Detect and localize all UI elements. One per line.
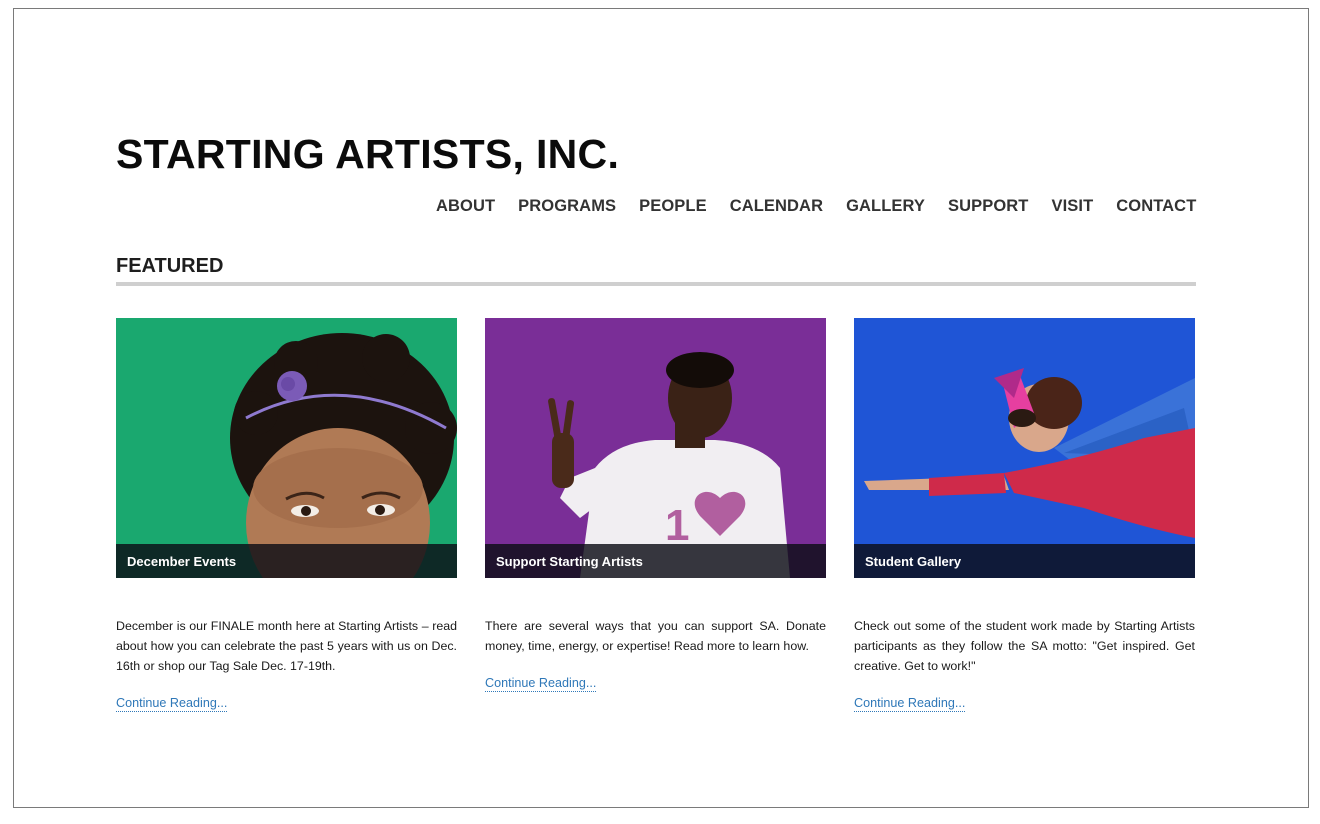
- card-image-girl-portrait[interactable]: December Events: [116, 318, 457, 578]
- nav-about[interactable]: ABOUT: [436, 196, 495, 216]
- nav-programs[interactable]: PROGRAMS: [518, 196, 616, 216]
- nav-calendar[interactable]: CALENDAR: [730, 196, 823, 216]
- card-caption-bar: Support Starting Artists: [485, 544, 826, 578]
- card-caption[interactable]: Student Gallery: [865, 554, 961, 569]
- card-caption-bar: December Events: [116, 544, 457, 578]
- main-nav: ABOUT PROGRAMS PEOPLE CALENDAR GALLERY S…: [436, 196, 1219, 216]
- flying-superhero-image: [854, 318, 1195, 578]
- continue-reading-link[interactable]: Continue Reading...: [116, 696, 228, 712]
- nav-gallery[interactable]: GALLERY: [846, 196, 925, 216]
- card-image-flying-superhero[interactable]: Student Gallery: [854, 318, 1195, 578]
- boy-peace-sign-image: 1: [485, 318, 826, 578]
- continue-reading-link[interactable]: Continue Reading...: [854, 696, 966, 712]
- featured-heading: FEATURED: [116, 255, 224, 277]
- card-description: Check out some of the student work made …: [854, 619, 1195, 673]
- featured-card-support: 1 Support Starting Artists There are sev…: [485, 318, 826, 692]
- card-description: There are several ways that you can supp…: [485, 619, 826, 653]
- card-description: December is our FINALE month here at Sta…: [116, 619, 457, 673]
- card-caption[interactable]: Support Starting Artists: [496, 554, 643, 569]
- nav-visit[interactable]: VISIT: [1051, 196, 1093, 216]
- featured-card-december-events: December Events December is our FINALE m…: [116, 318, 457, 712]
- svg-text:1: 1: [665, 501, 689, 550]
- continue-reading-link[interactable]: Continue Reading...: [485, 676, 597, 692]
- card-image-boy-peace-sign[interactable]: 1 Support Starting Artists: [485, 318, 826, 578]
- nav-contact[interactable]: CONTACT: [1116, 196, 1196, 216]
- nav-support[interactable]: SUPPORT: [948, 196, 1028, 216]
- card-caption[interactable]: December Events: [127, 554, 236, 569]
- featured-divider: [116, 282, 1196, 286]
- site-title[interactable]: STARTING ARTISTS, INC.: [116, 131, 619, 177]
- featured-card-student-gallery: Student Gallery Check out some of the st…: [854, 318, 1195, 712]
- nav-people[interactable]: PEOPLE: [639, 196, 707, 216]
- card-caption-bar: Student Gallery: [854, 544, 1195, 578]
- girl-portrait-image: [116, 318, 457, 578]
